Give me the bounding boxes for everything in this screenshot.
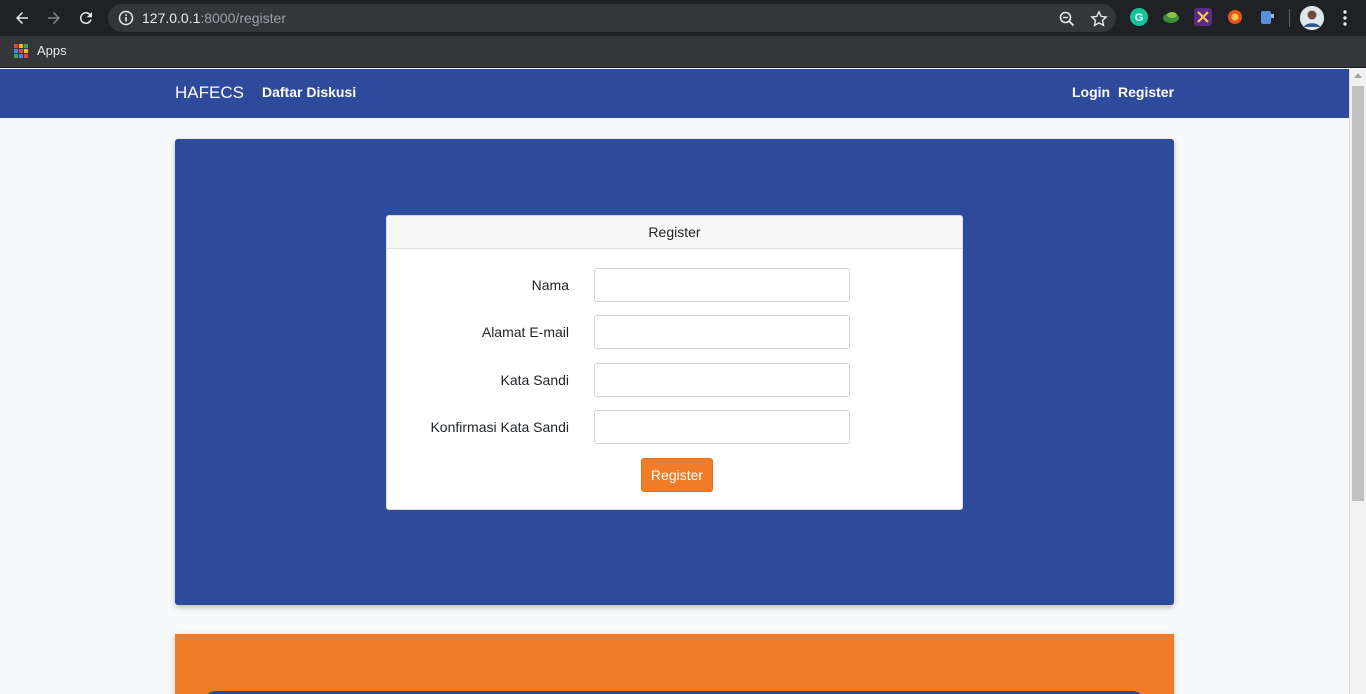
extension-icon[interactable]: [1162, 8, 1180, 26]
menu-icon[interactable]: [1336, 9, 1354, 27]
url-text: 127.0.0.1:8000/register: [142, 10, 286, 26]
site-navbar: HAFECS Daftar Diskusi Login Register: [0, 69, 1349, 118]
nav-link-register[interactable]: Register: [1118, 84, 1174, 100]
toolbar-divider: [1289, 9, 1290, 27]
svg-text:G: G: [1135, 12, 1144, 24]
name-input[interactable]: [594, 268, 850, 302]
extension-icon[interactable]: [1226, 8, 1244, 26]
page-scrollbar[interactable]: [1349, 69, 1366, 694]
password-row: Kata Sandi: [387, 363, 964, 397]
reload-icon[interactable]: [74, 6, 98, 30]
info-icon[interactable]: [118, 10, 134, 26]
password-confirm-row: Konfirmasi Kata Sandi: [387, 410, 964, 444]
name-row: Nama: [387, 268, 964, 302]
back-icon[interactable]: [10, 6, 34, 30]
page-viewport: HAFECS Daftar Diskusi Login Register Reg…: [0, 69, 1349, 694]
grammarly-icon[interactable]: G: [1130, 8, 1148, 26]
scrollbar-thumb[interactable]: [1352, 86, 1364, 501]
password-confirm-input[interactable]: [594, 410, 850, 444]
register-submit-button[interactable]: Register: [641, 458, 713, 492]
scroll-up-icon[interactable]: [1354, 73, 1362, 78]
hero-section: Register Nama Alamat E-mail Kata Sandi K…: [175, 139, 1174, 605]
password-confirm-label: Konfirmasi Kata Sandi: [430, 419, 569, 435]
extension-icon[interactable]: [1258, 8, 1276, 26]
extension-icon[interactable]: [1194, 8, 1212, 26]
forward-icon[interactable]: [42, 6, 66, 30]
footer-section: [175, 634, 1174, 694]
brand-link[interactable]: HAFECS: [175, 83, 244, 103]
nav-link-login[interactable]: Login: [1072, 84, 1110, 100]
apps-label: Apps: [37, 43, 67, 58]
nav-link-discussions[interactable]: Daftar Diskusi: [262, 84, 356, 100]
password-input[interactable]: [594, 363, 850, 397]
profile-avatar[interactable]: [1300, 6, 1324, 30]
register-card: Register Nama Alamat E-mail Kata Sandi K…: [386, 215, 963, 510]
address-bar[interactable]: 127.0.0.1:8000/register: [108, 4, 1116, 32]
card-title: Register: [387, 216, 962, 249]
apps-shortcut[interactable]: Apps: [14, 43, 67, 58]
email-input[interactable]: [594, 315, 850, 349]
star-icon[interactable]: [1090, 10, 1108, 28]
bookmarks-bar: Apps: [0, 36, 1366, 68]
password-label: Kata Sandi: [500, 372, 570, 388]
apps-icon: [14, 43, 28, 58]
email-label: Alamat E-mail: [481, 324, 569, 340]
browser-toolbar: 127.0.0.1:8000/register G: [0, 0, 1366, 36]
name-label: Nama: [531, 277, 569, 293]
email-row: Alamat E-mail: [387, 315, 964, 349]
zoom-icon[interactable]: [1058, 10, 1076, 28]
